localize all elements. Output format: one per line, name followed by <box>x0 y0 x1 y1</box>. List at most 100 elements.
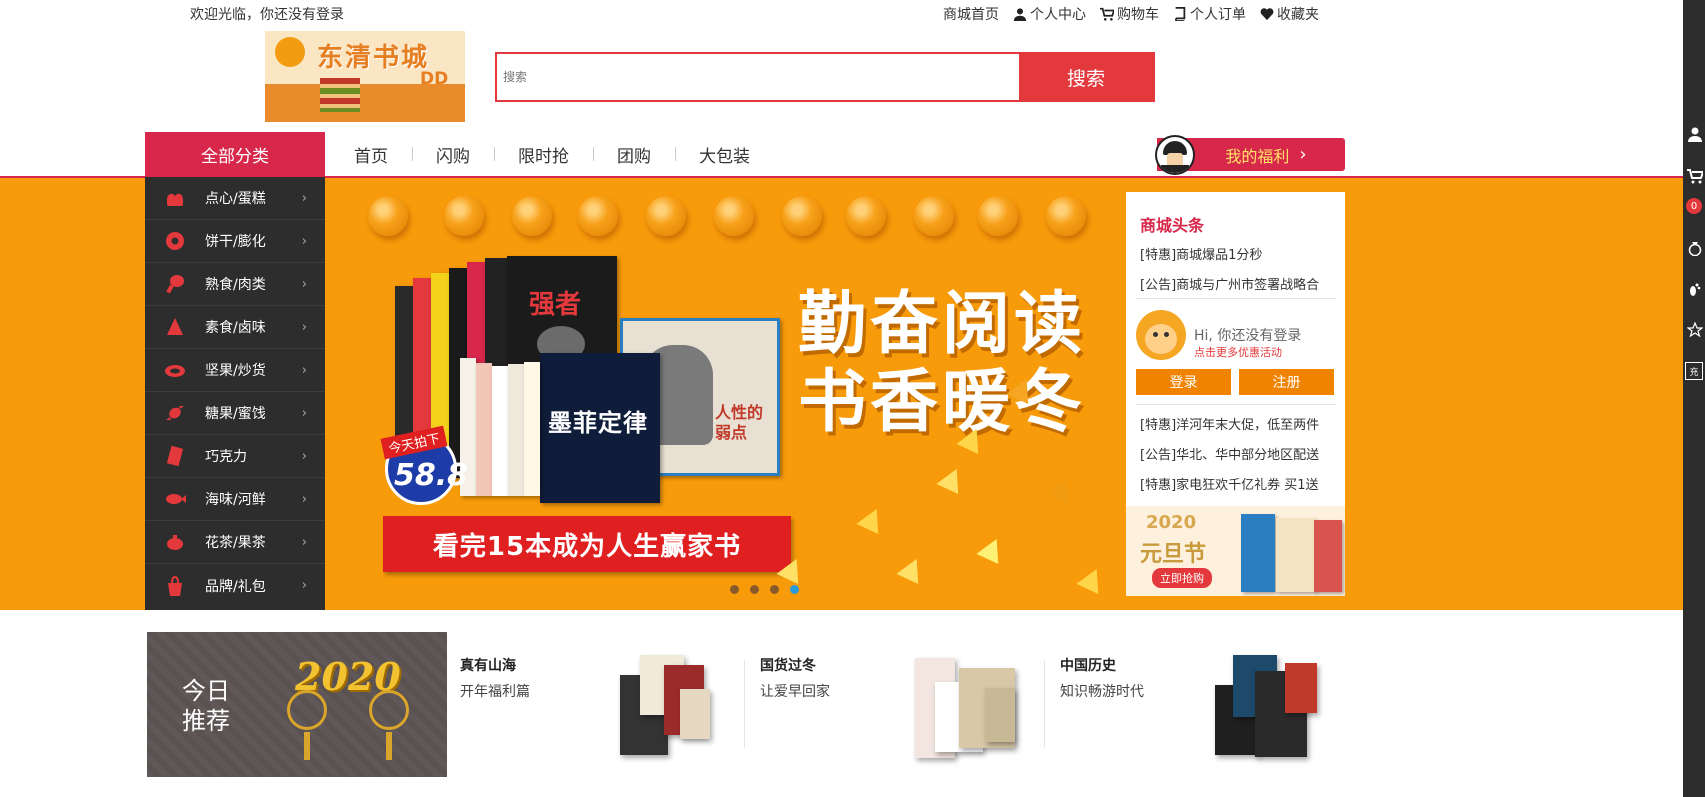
book-title-murphy: 墨菲定律 <box>548 409 648 437</box>
nav-flash-sale[interactable]: 闪购 <box>412 142 494 167</box>
news-item[interactable]: [特惠]洋河年末大促，低至两件 <box>1140 414 1340 433</box>
recommend-title: 国货过冬 <box>760 658 816 674</box>
category-item[interactable]: 饼干/膨化 › <box>145 220 325 263</box>
promo-year: 2020 <box>1146 512 1197 533</box>
news-item[interactable]: [特惠]商城爆品1分秒 <box>1140 244 1340 263</box>
category-label: 熟食/肉类 <box>205 277 266 293</box>
fish-icon <box>163 487 187 511</box>
drumstick-icon <box>163 272 187 296</box>
category-item[interactable]: 巧克力 › <box>145 435 325 478</box>
recharge-button[interactable]: 充 <box>1685 362 1703 380</box>
category-label: 点心/蛋糕 <box>205 191 266 207</box>
heart-icon <box>1260 8 1274 21</box>
category-item[interactable]: 点心/蛋糕 › <box>145 177 325 220</box>
favorites-label: 收藏夹 <box>1277 7 1319 23</box>
category-sidebar: 点心/蛋糕 › 饼干/膨化 › 熟食/肉类 › 素食/卤味 › 坚果/炒货 › 糖果/蜜饯… <box>145 177 325 610</box>
user-center-link[interactable]: 个人中心 <box>1013 4 1086 24</box>
book-icon <box>1175 7 1186 21</box>
cart-link[interactable]: 购物车 <box>1100 4 1159 24</box>
register-button[interactable]: 注册 <box>1239 369 1334 395</box>
slide-dot-2[interactable] <box>750 585 759 594</box>
user-icon <box>1013 8 1027 21</box>
chevron-right-icon: › <box>301 405 307 421</box>
price-badge-label: 今天拍下 <box>380 425 448 460</box>
orders-link[interactable]: 个人订单 <box>1173 4 1246 24</box>
user-icon[interactable] <box>1687 126 1703 142</box>
banner-ribbon: 看完15本成为人生赢家书 <box>383 516 791 572</box>
news-item[interactable]: [公告]华北、华中部分地区配送 <box>1140 444 1340 463</box>
slide-dot-4-active[interactable] <box>790 585 799 594</box>
biscuit-icon <box>163 229 187 253</box>
welcome-text: 欢迎光临，你还没有登录 <box>190 7 344 23</box>
chevron-right-icon: › <box>301 190 307 206</box>
new-year-promo-banner[interactable]: 2020 元旦节 立即抢购 <box>1126 506 1345 596</box>
login-status: Hi, 你还没有登录 <box>1194 328 1302 344</box>
logo-title: 东清书城 <box>317 43 430 73</box>
category-item[interactable]: 素食/卤味 › <box>145 306 325 349</box>
category-label: 品牌/礼包 <box>205 578 266 595</box>
recommend-item[interactable]: 中国历史 知识畅游时代 <box>1060 655 1144 701</box>
category-item[interactable]: 海味/河鲜 › <box>145 478 325 521</box>
recommend-item[interactable]: 国货过冬 让爱早回家 <box>760 655 830 701</box>
promo-link[interactable]: 点击更多优惠活动 <box>1194 344 1282 360</box>
chevron-right-icon: › <box>301 578 307 593</box>
price-value: 58.8 <box>394 458 469 493</box>
today-label-line2: 推荐 <box>182 707 230 735</box>
recommend-subtitle: 开年福利篇 <box>460 684 530 700</box>
search-button[interactable]: 搜索 <box>1019 54 1153 100</box>
category-label: 饼干/膨化 <box>205 234 266 250</box>
category-label: 海味/河鲜 <box>205 492 266 508</box>
promo-cta: 立即抢购 <box>1152 568 1212 588</box>
my-welfare-label: 我的福利 <box>1225 146 1290 166</box>
recommend-title: 中国历史 <box>1060 658 1116 674</box>
nav-home[interactable]: 首页 <box>330 142 412 167</box>
category-item[interactable]: 品牌/礼包 › <box>145 564 325 607</box>
category-item[interactable]: 坚果/炒货 › <box>145 349 325 392</box>
promo-title: 元旦节 <box>1140 542 1207 567</box>
cart-icon[interactable] <box>1687 168 1703 184</box>
category-label: 素食/卤味 <box>205 320 266 336</box>
welfare-avatar-icon <box>1155 135 1195 175</box>
category-item[interactable]: 花茶/果茶 › <box>145 521 325 564</box>
category-item[interactable]: 熟食/肉类 › <box>145 263 325 306</box>
category-label: 糖果/蜜饯 <box>205 406 266 422</box>
candy-icon <box>163 401 187 425</box>
recommend-subtitle: 让爱早回家 <box>760 684 830 700</box>
recommend-item[interactable]: 真有山海 开年福利篇 <box>460 655 530 701</box>
orders-label: 个人订单 <box>1190 7 1246 23</box>
footprint-icon[interactable] <box>1687 282 1703 298</box>
nut-icon <box>163 358 187 382</box>
book-title-human-weakness: 人性的弱点 <box>715 403 764 442</box>
category-label: 坚果/炒货 <box>205 363 266 379</box>
today-recommend-banner[interactable]: 今日 推荐 2020 <box>147 632 447 777</box>
star-icon[interactable] <box>1687 322 1703 338</box>
favorites-link[interactable]: 收藏夹 <box>1260 4 1319 24</box>
chevron-right-icon: › <box>301 491 307 507</box>
money-bag-icon[interactable] <box>1687 240 1703 256</box>
slide-dot-1[interactable] <box>730 585 739 594</box>
chevron-right-icon: › <box>1299 144 1307 165</box>
login-button[interactable]: 登录 <box>1136 369 1231 395</box>
nav-group-buy[interactable]: 团购 <box>593 142 675 167</box>
right-toolbar: 0 充 <box>1683 0 1705 797</box>
today-label-line1: 今日 <box>182 677 230 705</box>
book-title-strong: 强者 <box>529 290 582 320</box>
home-link-label: 商城首页 <box>943 7 999 23</box>
gift-bag-icon <box>163 574 187 598</box>
user-avatar <box>1136 310 1186 360</box>
news-item[interactable]: [公告]商城与广州市签署战略合 <box>1140 274 1340 293</box>
search-input[interactable] <box>497 54 1019 100</box>
category-item[interactable]: 糖果/蜜饯 › <box>145 392 325 435</box>
chocolate-icon <box>163 444 187 468</box>
news-item[interactable]: [特惠]家电狂欢千亿礼券 买1送 <box>1140 474 1340 493</box>
leaf-icon <box>163 315 187 339</box>
slide-dot-3[interactable] <box>770 585 779 594</box>
home-link[interactable]: 商城首页 <box>943 4 999 24</box>
chevron-right-icon: › <box>301 233 307 249</box>
nav-limited-time[interactable]: 限时抢 <box>494 142 593 167</box>
all-categories-button[interactable]: 全部分类 <box>145 132 325 177</box>
nav-bulk-pack[interactable]: 大包装 <box>675 142 774 167</box>
chevron-right-icon: › <box>301 448 307 464</box>
site-logo[interactable]: 东清书城 DD <box>265 31 465 122</box>
news-panel: 商城头条 [特惠]商城爆品1分秒 [公告]商城与广州市签署战略合 Hi, 你还没… <box>1126 192 1345 596</box>
